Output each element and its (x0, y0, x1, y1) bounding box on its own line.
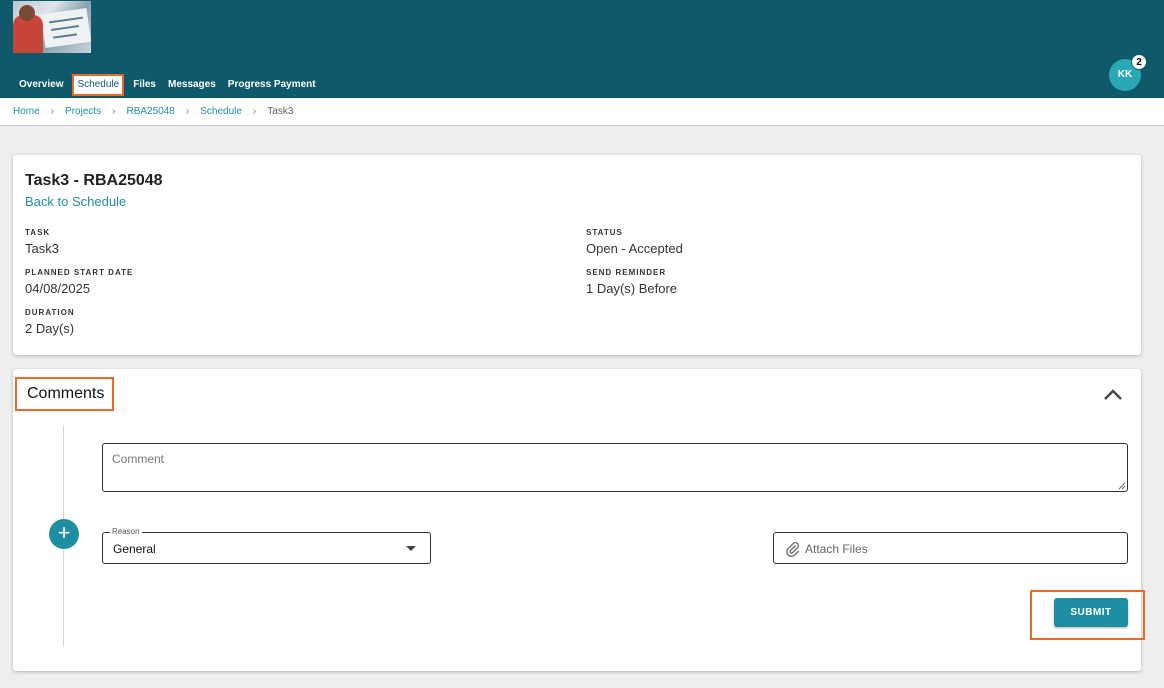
duration-label: DURATION (25, 308, 75, 317)
breadcrumb-project[interactable]: RBA25048 (127, 106, 175, 117)
breadcrumb: Home › Projects › RBA25048 › Schedule › … (0, 98, 1164, 126)
chevron-up-icon[interactable] (1103, 387, 1123, 401)
breadcrumb-separator-icon: › (185, 106, 190, 117)
send-reminder-label: SEND REMINDER (586, 268, 667, 277)
status-value: Open - Accepted (586, 241, 683, 256)
breadcrumb-projects[interactable]: Projects (65, 106, 101, 117)
send-reminder-value: 1 Day(s) Before (586, 281, 678, 296)
status-label: STATUS (586, 228, 623, 237)
project-nav: Overview Schedule Files Messages Progres… (13, 73, 322, 97)
nav-progress-payment[interactable]: Progress Payment (222, 74, 322, 96)
paperclip-icon (786, 541, 800, 557)
back-to-schedule-link[interactable]: Back to Schedule (25, 194, 126, 209)
page-title: Task3 - RBA25048 (25, 172, 163, 189)
comment-input[interactable] (103, 444, 1127, 491)
task-label: TASK (25, 228, 51, 237)
nav-files[interactable]: Files (127, 74, 162, 96)
nav-schedule[interactable]: Schedule (72, 74, 125, 96)
top-header: Overview Schedule Files Messages Progres… (0, 0, 1164, 98)
comments-card: Comments + Reason General Attach Files S… (13, 369, 1145, 671)
nav-overview[interactable]: Overview (13, 74, 69, 96)
breadcrumb-current: Task3 (267, 106, 294, 117)
breadcrumb-separator-icon: › (252, 106, 257, 117)
notification-badge: 2 (1131, 54, 1147, 70)
breadcrumb-separator-icon: › (112, 106, 116, 117)
project-thumbnail[interactable] (13, 1, 91, 53)
plus-icon: + (57, 520, 71, 545)
reason-label: Reason (110, 527, 142, 536)
planned-start-value: 04/08/2025 (25, 281, 91, 296)
caret-down-icon (406, 546, 416, 551)
comment-field[interactable] (102, 443, 1128, 492)
planned-start-label: PLANNED START DATE (25, 268, 134, 277)
duration-value: 2 Day(s) (25, 321, 75, 336)
breadcrumb-schedule[interactable]: Schedule (200, 106, 242, 117)
submit-button[interactable]: SUBMIT (1054, 598, 1128, 627)
comments-heading: Comments (15, 377, 114, 411)
breadcrumb-separator-icon: › (50, 106, 55, 117)
attach-files-label: Attach Files (805, 542, 868, 556)
task-value: Task3 (25, 241, 59, 256)
reason-select[interactable]: Reason General (102, 527, 431, 564)
attach-files-button[interactable]: Attach Files (773, 532, 1128, 564)
task-details-card: Task3 - RBA25048 Back to Schedule TASK T… (13, 155, 1141, 355)
breadcrumb-home[interactable]: Home (13, 106, 40, 117)
add-comment-button[interactable]: + (49, 519, 79, 549)
resize-grip-icon[interactable] (1118, 482, 1126, 490)
nav-messages[interactable]: Messages (162, 74, 222, 96)
reason-value: General (113, 542, 156, 556)
